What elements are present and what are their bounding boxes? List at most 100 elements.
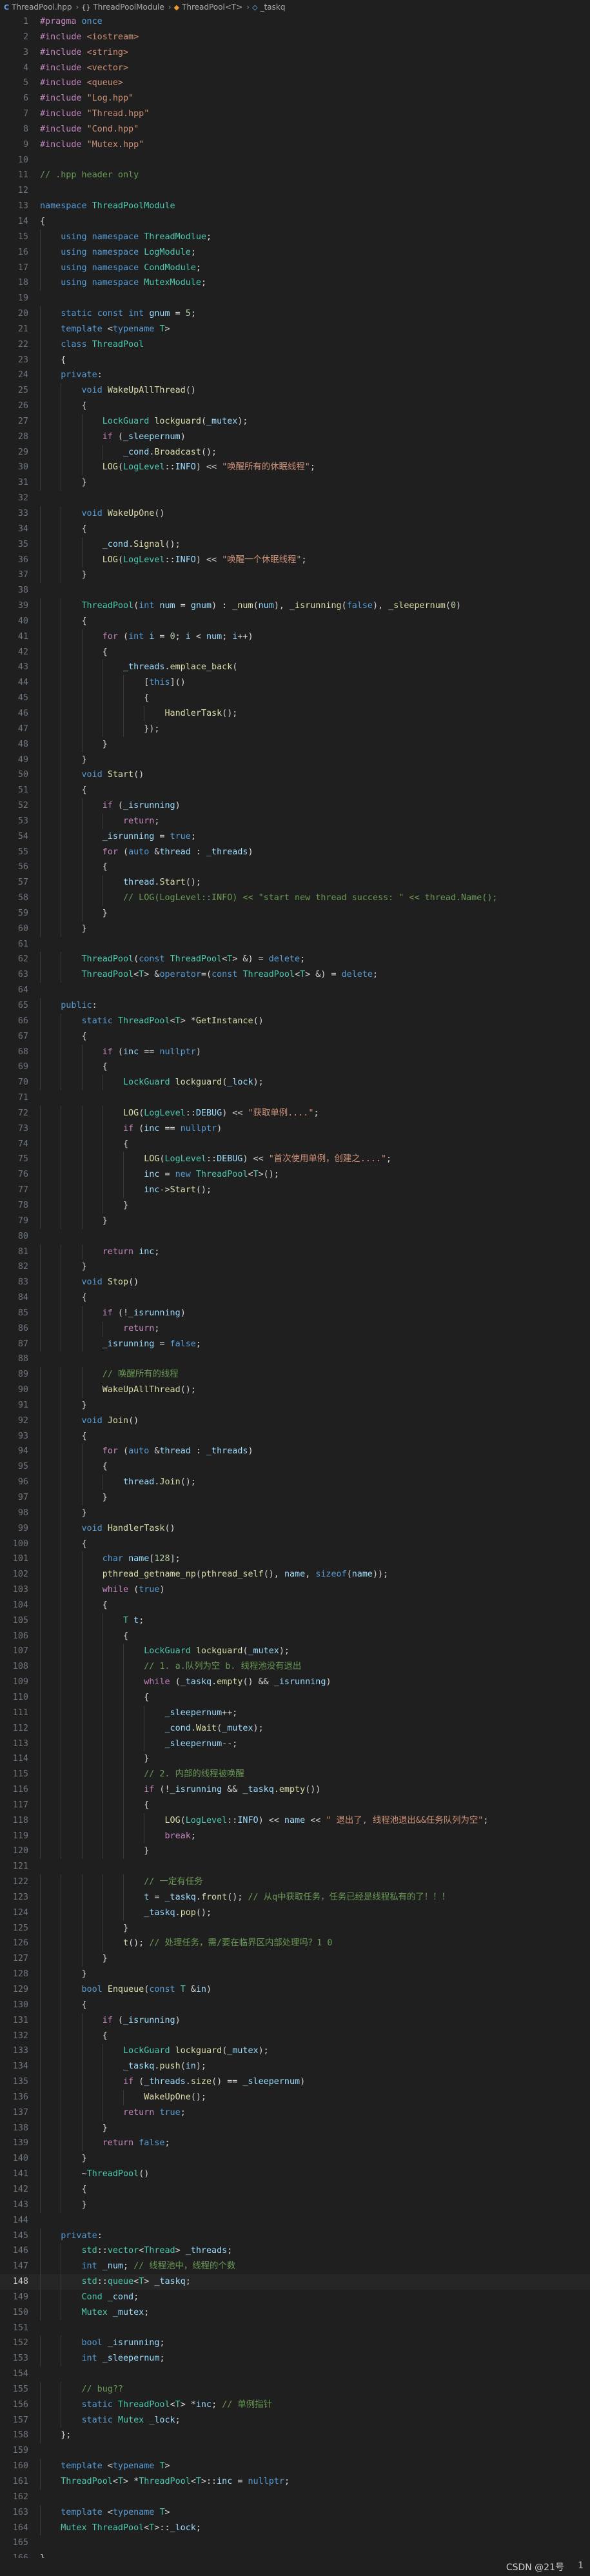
code-line[interactable]: 160 template <typename T> xyxy=(0,2459,590,2474)
code-line[interactable]: 149 Cond _cond; xyxy=(0,2289,590,2305)
code-line[interactable]: 95 { xyxy=(0,1459,590,1475)
code-line[interactable]: 82 } xyxy=(0,1259,590,1275)
code-line[interactable]: 34 { xyxy=(0,521,590,537)
code-line[interactable]: 33 void WakeUpOne() xyxy=(0,506,590,522)
code-line[interactable]: 135 if (_threads.size() == _sleepernum) xyxy=(0,2074,590,2090)
code-line[interactable]: 39 ThreadPool(int num = gnum) : _num(num… xyxy=(0,598,590,614)
code-line[interactable]: 85 if (!_isrunning) xyxy=(0,1305,590,1321)
code-line[interactable]: 156 static ThreadPool<T> *inc; // 单例指针 xyxy=(0,2397,590,2413)
code-line[interactable]: 123 t = _taskq.front(); // 从q中获取任务，任务已经是… xyxy=(0,1889,590,1905)
code-line[interactable]: 55 for (auto &thread : _threads) xyxy=(0,844,590,860)
code-line[interactable]: 62 ThreadPool(const ThreadPool<T> &) = d… xyxy=(0,952,590,968)
code-line[interactable]: 9 #include "Mutex.hpp" xyxy=(0,137,590,153)
code-line[interactable]: 87 _isrunning = false; xyxy=(0,1336,590,1352)
code-line[interactable]: 6 #include "Log.hpp" xyxy=(0,91,590,106)
code-line[interactable]: 41 for (int i = 0; i < num; i++) xyxy=(0,629,590,645)
code-line[interactable]: 27 LockGuard lockguard(_mutex); xyxy=(0,413,590,429)
code-line[interactable]: 12 xyxy=(0,183,590,199)
code-line[interactable]: 3 #include <string> xyxy=(0,45,590,61)
code-line[interactable]: 29 _cond.Broadcast(); xyxy=(0,444,590,460)
code-line[interactable]: 36 LOG(LogLevel::INFO) << "唤醒一个休眠线程"; xyxy=(0,552,590,568)
code-line[interactable]: 145 private: xyxy=(0,2228,590,2244)
code-line[interactable]: 120 } xyxy=(0,1844,590,1860)
code-line[interactable]: 16 using namespace LogModule; xyxy=(0,244,590,261)
code-line[interactable]: 144 xyxy=(0,2213,590,2228)
code-line[interactable]: 89 // 唤醒所有的线程 xyxy=(0,1367,590,1383)
code-line[interactable]: 130 { xyxy=(0,1997,590,2013)
code-line[interactable]: 121 xyxy=(0,1859,590,1874)
code-line[interactable]: 37 } xyxy=(0,567,590,584)
code-line[interactable]: 11 // .hpp header only xyxy=(0,168,590,183)
code-line[interactable]: 44 [this]() xyxy=(0,675,590,691)
code-line[interactable]: 64 xyxy=(0,983,590,998)
code-line[interactable]: 5 #include <queue> xyxy=(0,75,590,91)
code-line[interactable]: 51 { xyxy=(0,783,590,799)
code-line[interactable]: 118 LOG(LogLevel::INFO) << name << " 退出了… xyxy=(0,1813,590,1829)
code-line[interactable]: 105 T t; xyxy=(0,1613,590,1629)
code-line[interactable]: 49 } xyxy=(0,752,590,768)
code-line[interactable]: 21 template <typename T> xyxy=(0,321,590,337)
code-line[interactable]: 139 return false; xyxy=(0,2136,590,2152)
code-line[interactable]: 88 xyxy=(0,1352,590,1367)
code-line[interactable]: 114 } xyxy=(0,1751,590,1767)
code-line[interactable]: 140 } xyxy=(0,2151,590,2167)
code-line[interactable]: 74 { xyxy=(0,1136,590,1152)
code-line[interactable]: 71 xyxy=(0,1090,590,1106)
code-line[interactable]: 47 }); xyxy=(0,721,590,737)
code-line[interactable]: 107 LockGuard lockguard(_mutex); xyxy=(0,1644,590,1660)
code-line[interactable]: 109 while (_taskq.empty() && _isrunning) xyxy=(0,1675,590,1690)
code-line[interactable]: 52 if (_isrunning) xyxy=(0,798,590,814)
code-line[interactable]: 60 } xyxy=(0,921,590,937)
code-line[interactable]: 46 HandlerTask(); xyxy=(0,705,590,722)
code-line[interactable]: 90 WakeUpAllThread(); xyxy=(0,1382,590,1398)
code-line[interactable]: 54 _isrunning = true; xyxy=(0,829,590,845)
code-line[interactable]: 65 public: xyxy=(0,998,590,1014)
code-line[interactable]: 119 break; xyxy=(0,1828,590,1844)
code-line[interactable]: 13 namespace ThreadPoolModule xyxy=(0,199,590,214)
code-line[interactable]: 116 if (!_isrunning && _taskq.empty()) xyxy=(0,1782,590,1798)
code-line[interactable]: 157 static Mutex _lock; xyxy=(0,2412,590,2428)
code-line[interactable]: 154 xyxy=(0,2366,590,2382)
code-line[interactable]: 158 }; xyxy=(0,2428,590,2444)
code-line[interactable]: 24 private: xyxy=(0,368,590,384)
code-line[interactable]: 70 LockGuard lockguard(_lock); xyxy=(0,1075,590,1091)
code-line[interactable]: 4 #include <vector> xyxy=(0,61,590,76)
code-line[interactable]: 77 inc->Start(); xyxy=(0,1183,590,1198)
code-line[interactable]: 129 bool Enqueue(const T &in) xyxy=(0,1982,590,1998)
code-line[interactable]: 111 _sleepernum++; xyxy=(0,1705,590,1721)
code-line[interactable]: 43 _threads.emplace_back( xyxy=(0,660,590,676)
code-line[interactable]: 153 int _sleepernum; xyxy=(0,2351,590,2367)
code-line[interactable]: 40 { xyxy=(0,613,590,629)
code-line[interactable]: 35 _cond.Signal(); xyxy=(0,536,590,553)
code-line[interactable]: 124 _taskq.pop(); xyxy=(0,1905,590,1921)
code-line[interactable]: 61 xyxy=(0,937,590,952)
code-line[interactable]: 96 thread.Join(); xyxy=(0,1475,590,1490)
code-line[interactable]: 31 } xyxy=(0,475,590,491)
code-line[interactable]: 22 class ThreadPool xyxy=(0,337,590,353)
code-line[interactable]: 100 { xyxy=(0,1536,590,1552)
code-line[interactable]: 59 } xyxy=(0,905,590,921)
code-line[interactable]: 161 ThreadPool<T> *ThreadPool<T>::inc = … xyxy=(0,2474,590,2490)
code-line[interactable]: 32 xyxy=(0,491,590,506)
code-line[interactable]: 155 // bug?? xyxy=(0,2381,590,2397)
breadcrumb-item[interactable]: ◆ ThreadPool<T> xyxy=(174,3,243,12)
code-line[interactable]: 28 if (_sleepernum) xyxy=(0,429,590,445)
code-line[interactable]: 104 { xyxy=(0,1597,590,1613)
code-line[interactable]: 30 LOG(LogLevel::INFO) << "唤醒所有的休眠线程"; xyxy=(0,460,590,476)
code-line[interactable]: 137 return true; xyxy=(0,2105,590,2121)
breadcrumb-item[interactable]: {} ThreadPoolModule xyxy=(81,3,164,12)
code-line[interactable]: 50 void Start() xyxy=(0,767,590,783)
code-line[interactable]: 1 #pragma once xyxy=(0,14,590,30)
code-line[interactable]: 56 { xyxy=(0,860,590,876)
code-line[interactable]: 19 xyxy=(0,291,590,306)
code-line[interactable]: 106 { xyxy=(0,1628,590,1644)
code-line[interactable]: 75 LOG(LogLevel::DEBUG) << "首次使用单例，创建之..… xyxy=(0,1152,590,1168)
code-line[interactable]: 69 { xyxy=(0,1059,590,1076)
code-line[interactable]: 57 thread.Start(); xyxy=(0,875,590,891)
code-line[interactable]: 67 { xyxy=(0,1028,590,1045)
code-line[interactable]: 84 { xyxy=(0,1290,590,1306)
code-line[interactable]: 164 Mutex ThreadPool<T>::_lock; xyxy=(0,2520,590,2536)
code-line[interactable]: 93 { xyxy=(0,1428,590,1444)
breadcrumb-item[interactable]: ◇ _taskq xyxy=(252,3,285,12)
code-line[interactable]: 79 } xyxy=(0,1213,590,1229)
